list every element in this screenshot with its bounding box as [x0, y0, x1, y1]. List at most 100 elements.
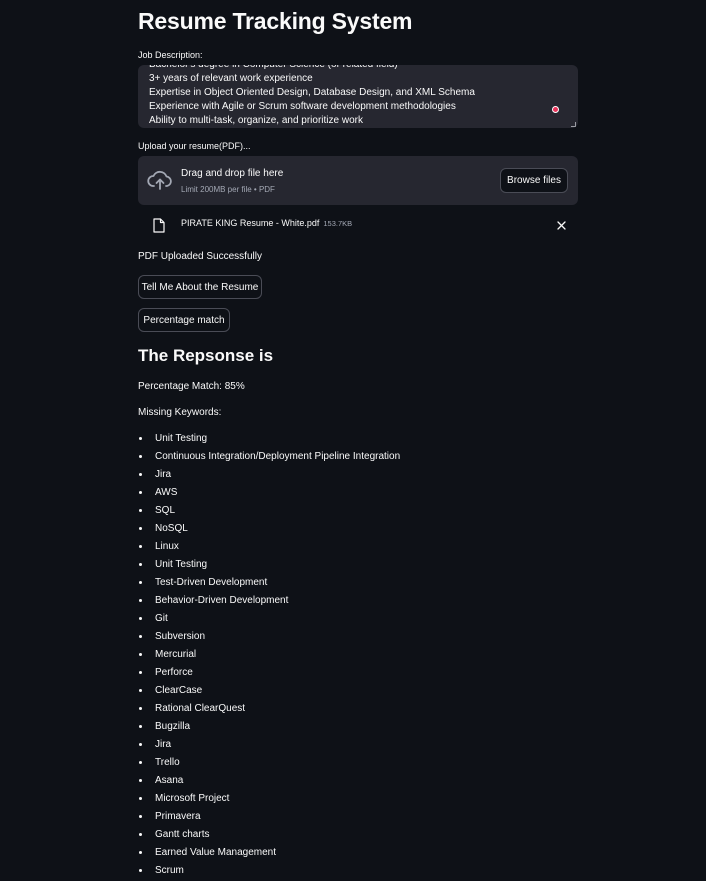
list-item: Asana — [138, 773, 400, 791]
bullet-icon — [139, 473, 142, 476]
keyword-text: Gantt charts — [155, 829, 210, 840]
bullet-icon — [139, 509, 142, 512]
list-item: Test-Driven Development — [138, 575, 400, 593]
browse-files-button[interactable]: Browse files — [500, 168, 568, 193]
bullet-icon — [139, 563, 142, 566]
bullet-icon — [139, 743, 142, 746]
file-size-text: 153.7KB — [323, 219, 353, 228]
job-description-text: Bachelor's degree in Computer Science (o… — [149, 65, 559, 128]
job-description-line: Bachelor's degree in Computer Science (o… — [149, 65, 559, 72]
keyword-text: ClearCase — [155, 685, 203, 696]
percentage-match-text: Percentage Match: 85% — [138, 381, 245, 392]
list-item: Microsoft Project — [138, 791, 400, 809]
list-item: Continuous Integration/Deployment Pipeli… — [138, 449, 400, 467]
dropzone-instructions: Drag and drop file here — [181, 168, 284, 179]
list-item: Primavera — [138, 809, 400, 827]
response-heading: The Repsonse is — [138, 346, 274, 365]
bullet-icon — [139, 617, 142, 620]
bullet-icon — [139, 581, 142, 584]
list-item: Earned Value Management — [138, 845, 400, 863]
bullet-icon — [139, 635, 142, 638]
tell-me-about-resume-button[interactable]: Tell Me About the Resume — [138, 275, 262, 299]
list-item: Linux — [138, 539, 400, 557]
file-dropzone[interactable]: Drag and drop file here Limit 200MB per … — [138, 156, 578, 205]
keyword-text: Subversion — [155, 631, 206, 642]
list-item: Unit Testing — [138, 431, 400, 449]
list-item: Bugzilla — [138, 719, 400, 737]
remove-file-button[interactable] — [554, 218, 568, 232]
uploaded-file-name: PIRATE KING Resume - White.pdf 153.7KB — [181, 218, 352, 228]
job-description-line: Experience with Agile or Scrum software … — [149, 101, 456, 112]
keyword-text: Trello — [155, 757, 180, 768]
file-icon — [153, 218, 165, 233]
bullet-icon — [139, 545, 142, 548]
list-item: Rational ClearQuest — [138, 701, 400, 719]
uploaded-file-row: PIRATE KING Resume - White.pdf 153.7KB — [138, 210, 578, 240]
bullet-icon — [139, 437, 142, 440]
resize-handle-icon[interactable] — [571, 122, 576, 127]
list-item: Subversion — [138, 629, 400, 647]
keyword-text: Jira — [155, 469, 172, 480]
job-description-line: Ability to multi-task, organize, and pri… — [149, 115, 363, 126]
missing-keywords-list: Unit Testing Continuous Integration/Deplo… — [138, 431, 400, 881]
keyword-text: Jira — [155, 739, 172, 750]
recording-indicator-icon — [552, 106, 559, 113]
bullet-icon — [139, 815, 142, 818]
keyword-text: Continuous Integration/Deployment Pipeli… — [155, 451, 401, 462]
page-title: Resume Tracking System — [138, 8, 413, 34]
keyword-text: Test-Driven Development — [155, 577, 268, 588]
keyword-text: Behavior-Driven Development — [155, 595, 289, 606]
list-item: Jira — [138, 467, 400, 485]
bullet-icon — [139, 725, 142, 728]
bullet-icon — [139, 689, 142, 692]
close-icon — [556, 220, 566, 230]
bullet-icon — [139, 455, 142, 458]
list-item: SQL — [138, 503, 400, 521]
dropzone-limit-text: Limit 200MB per file • PDF — [181, 185, 275, 194]
bullet-icon — [139, 833, 142, 836]
keyword-text: Asana — [155, 775, 184, 786]
bullet-icon — [139, 599, 142, 602]
list-item: Unit Testing — [138, 557, 400, 575]
list-item: Jira — [138, 737, 400, 755]
bullet-icon — [139, 851, 142, 854]
keyword-text: NoSQL — [155, 523, 188, 534]
cloud-upload-icon — [147, 170, 172, 190]
percentage-match-button[interactable]: Percentage match — [138, 308, 230, 332]
job-description-label: Job Description: — [138, 50, 203, 60]
keyword-text: Git — [155, 613, 168, 624]
keyword-text: Unit Testing — [155, 433, 208, 444]
keyword-text: Rational ClearQuest — [155, 703, 246, 714]
upload-label: Upload your resume(PDF)... — [138, 141, 251, 151]
bullet-icon — [139, 779, 142, 782]
keyword-text: Mercurial — [155, 649, 197, 660]
keyword-text: SQL — [155, 505, 176, 516]
bullet-icon — [139, 671, 142, 674]
keyword-text: Scrum — [155, 865, 184, 876]
bullet-icon — [139, 491, 142, 494]
list-item: Trello — [138, 755, 400, 773]
keyword-text: Earned Value Management — [155, 847, 277, 858]
list-item: AWS — [138, 485, 400, 503]
keyword-text: AWS — [155, 487, 178, 498]
bullet-icon — [139, 653, 142, 656]
list-item: Scrum — [138, 863, 400, 881]
list-item: Perforce — [138, 665, 400, 683]
keyword-text: Microsoft Project — [155, 793, 230, 804]
list-item: ClearCase — [138, 683, 400, 701]
bullet-icon — [139, 527, 142, 530]
list-item: Behavior-Driven Development — [138, 593, 400, 611]
keyword-text: Bugzilla — [155, 721, 191, 732]
job-description-line: Expertise in Object Oriented Design, Dat… — [149, 87, 475, 98]
bullet-icon — [139, 707, 142, 710]
file-name-text: PIRATE KING Resume - White.pdf — [181, 218, 320, 228]
bullet-icon — [139, 869, 142, 872]
keyword-text: Linux — [155, 541, 179, 552]
keyword-text: Unit Testing — [155, 559, 208, 570]
list-item: Git — [138, 611, 400, 629]
keyword-text: Perforce — [155, 667, 193, 678]
missing-keywords-label: Missing Keywords: — [138, 407, 222, 418]
job-description-textarea[interactable]: Bachelor's degree in Computer Science (o… — [138, 65, 578, 128]
bullet-icon — [139, 797, 142, 800]
list-item: Gantt charts — [138, 827, 400, 845]
